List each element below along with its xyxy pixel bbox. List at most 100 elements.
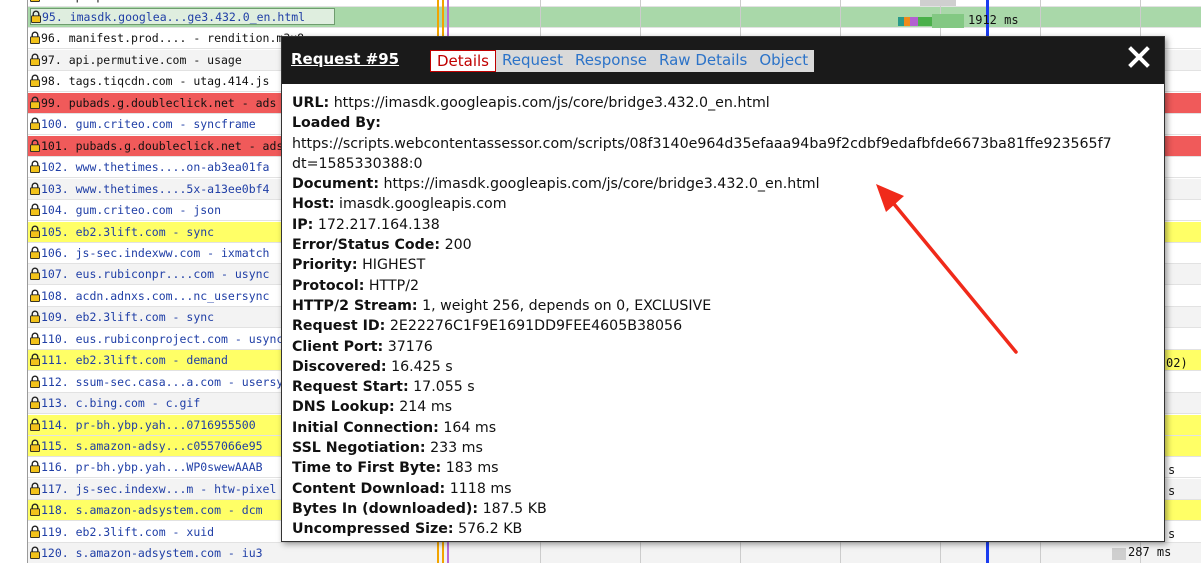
waterfall-row-text: 119. eb2.3lift.com - xuid <box>41 524 215 539</box>
waterfall-row-text: 104. gum.criteo.com - json <box>41 203 222 218</box>
detail-discovered: Discovered: 16.425 s <box>292 357 1162 377</box>
detail-label: Loaded By: <box>292 115 381 132</box>
detail-value: dt=1585330388:0 <box>292 155 423 172</box>
timing-label-95: 1912 ms <box>968 13 1019 27</box>
lock-icon <box>30 525 40 538</box>
lock-icon <box>30 246 40 259</box>
waterfall-row[interactable]: 120. s.amazon-adsystem.com - iu3 <box>28 543 1201 563</box>
detail-dns: DNS Lookup: 214 ms <box>292 397 1162 417</box>
detail-value: https://imasdk.googleapis.com/js/core/br… <box>383 176 820 193</box>
lock-icon <box>30 96 40 109</box>
waterfall-row-text: 100. gum.criteo.com - syncframe <box>41 117 256 132</box>
waterfall-row-text: 117. js-sec.indexw...m - htw-pixel <box>41 481 277 496</box>
detail-stream: HTTP/2 Stream: 1, weight 256, depends on… <box>292 296 1162 316</box>
waterfall-row-text: 95. imasdk.googlea...ge3.432.0_en.html <box>42 10 306 24</box>
detail-value: 16.425 s <box>391 358 453 375</box>
red-arrow-icon <box>876 184 1018 354</box>
detail-label: Request Start: <box>292 379 409 396</box>
detail-label: Error/Status Code: <box>292 237 441 254</box>
detail-value: 172.217.164.138 <box>317 216 440 233</box>
waterfall-row-text: 103. www.thetimes....5x-a13ee0bf4 <box>41 181 270 196</box>
waterfall-row-text: 106. js-sec.indexww.com - ixmatch <box>41 245 270 260</box>
detail-client-port: Client Port: 37176 <box>292 337 1162 357</box>
detail-priority: Priority: HIGHEST <box>292 255 1162 275</box>
dialog-title-link[interactable]: Request #95 <box>291 50 399 68</box>
close-x-icon[interactable] <box>1128 46 1152 72</box>
detail-label: Initial Connection: <box>292 419 439 436</box>
lock-icon <box>30 267 40 281</box>
lock-icon <box>30 310 40 324</box>
detail-value: 37176 <box>387 338 433 355</box>
tab-response[interactable]: Response <box>569 50 653 72</box>
detail-host: Host: imasdk.googleapis.com <box>292 194 1162 214</box>
detail-value: 164 ms <box>443 419 497 436</box>
waterfall-row-text: 97. api.permutive.com - usage <box>41 52 242 67</box>
detail-label: Bytes In (downloaded): <box>292 500 479 517</box>
waterfall-row-text: 101. pubads.g.doubleclick.net - ads <box>41 138 284 153</box>
lock-icon <box>30 203 40 217</box>
waterfall-row-label[interactable]: 95. imasdk.googlea...ge3.432.0_en.html <box>30 8 335 25</box>
detail-value: 200 <box>444 237 472 254</box>
lock-icon <box>30 53 40 66</box>
waterfall-row-text: 115. s.amazon-adsy...c0557066e95 <box>41 439 263 453</box>
detail-label: Host: <box>292 196 335 213</box>
waterfall-row-text: 98. tags.tiqcdn.com - utag.414.js <box>41 74 270 89</box>
detail-label: Priority: <box>292 257 358 274</box>
detail-value: 233 ms <box>430 440 483 457</box>
detail-request-id: Request ID: 2E22276C1F9E1691DD9FEE4605B3… <box>292 316 1162 336</box>
detail-initial-connection: Initial Connection: 164 ms <box>292 418 1162 438</box>
waterfall-row[interactable]: 95. imasdk.googlea...ge3.432.0_en.html <box>28 7 1201 28</box>
lock-icon <box>30 503 40 517</box>
waterfall-row[interactable]: 94. api.permutive.com - state <box>28 0 1201 7</box>
tab-raw-details[interactable]: Raw Details <box>653 50 753 72</box>
waterfall-row-text: 109. eb2.3lift.com - sync <box>41 310 215 325</box>
detail-label: Protocol: <box>292 277 365 294</box>
timing-label-111: 02) <box>1166 356 1188 370</box>
waterfall-row-text: 116. pr-bh.ybp.yah...WP0swewAAAB <box>41 460 263 475</box>
dialog-header: Request #95 Details Request Response Raw… <box>282 37 1164 84</box>
detail-label: Client Port: <box>292 338 384 355</box>
detail-label: IP: <box>292 216 314 233</box>
detail-protocol: Protocol: HTTP/2 <box>292 276 1162 296</box>
detail-value: 214 ms <box>399 399 453 416</box>
request-details-dialog: Request #95 Details Request Response Raw… <box>281 36 1165 542</box>
lock-icon <box>30 353 40 367</box>
detail-uncompressed: Uncompressed Size: 576.2 KB <box>292 519 1162 539</box>
waterfall-row-text: 107. eus.rubiconpr....com - usync <box>41 267 270 282</box>
waterfall-row-text: 114. pr-bh.ybp.yah...0716955500 <box>41 417 256 432</box>
tab-request[interactable]: Request <box>496 50 569 72</box>
tab-details[interactable]: Details <box>430 50 497 72</box>
detail-document: Document: https://imasdk.googleapis.com/… <box>292 174 1162 194</box>
timing-bar-94 <box>920 0 956 6</box>
detail-label: HTTP/2 Stream: <box>292 297 418 314</box>
timing-bar-120 <box>1112 548 1126 560</box>
detail-value: 1, weight 256, depends on 0, EXCLUSIVE <box>422 297 712 314</box>
lock-icon <box>30 546 40 560</box>
tab-object[interactable]: Object <box>753 50 814 72</box>
detail-value: imasdk.googleapis.com <box>339 196 507 213</box>
waterfall-row-text: 110. eus.rubiconproject.com - usync <box>41 331 284 346</box>
dialog-tabs: Details Request Response Raw Details Obj… <box>430 50 815 72</box>
lock-icon <box>30 31 40 45</box>
waterfall-row-text: 94. api.permutive.com - state <box>41 0 242 3</box>
waterfall-row-text: 118. s.amazon-adsystem.com - dcm <box>41 503 263 518</box>
lock-icon <box>30 418 40 431</box>
waterfall-row-text: 102. www.thetimes....on-ab3ea01fa <box>41 160 270 175</box>
detail-content-download: Content Download: 1118 ms <box>292 479 1162 499</box>
detail-label: Document: <box>292 176 379 193</box>
details-panel: URL: https://imasdk.googleapis.com/js/co… <box>292 93 1162 541</box>
detail-label: DNS Lookup: <box>292 399 395 416</box>
lock-icon <box>30 139 40 152</box>
waterfall-row-label[interactable]: 120. s.amazon-adsystem.com - iu3 <box>30 545 340 562</box>
waterfall-row-label[interactable]: 94. api.permutive.com - state <box>30 0 340 5</box>
lock-icon <box>30 74 40 88</box>
detail-loaded-by: Loaded By: <box>292 113 1162 133</box>
waterfall-row-text: 96. manifest.prod.... - rendition.m3u8 <box>41 31 305 46</box>
timing-bar-ssl <box>910 17 918 26</box>
detail-status: Error/Status Code: 200 <box>292 235 1162 255</box>
detail-ip: IP: 172.217.164.138 <box>292 215 1162 235</box>
detail-value: HIGHEST <box>362 257 426 274</box>
lock-icon <box>30 289 40 302</box>
lock-icon <box>30 225 40 238</box>
detail-ttfb: Time to First Byte: 183 ms <box>292 458 1162 478</box>
